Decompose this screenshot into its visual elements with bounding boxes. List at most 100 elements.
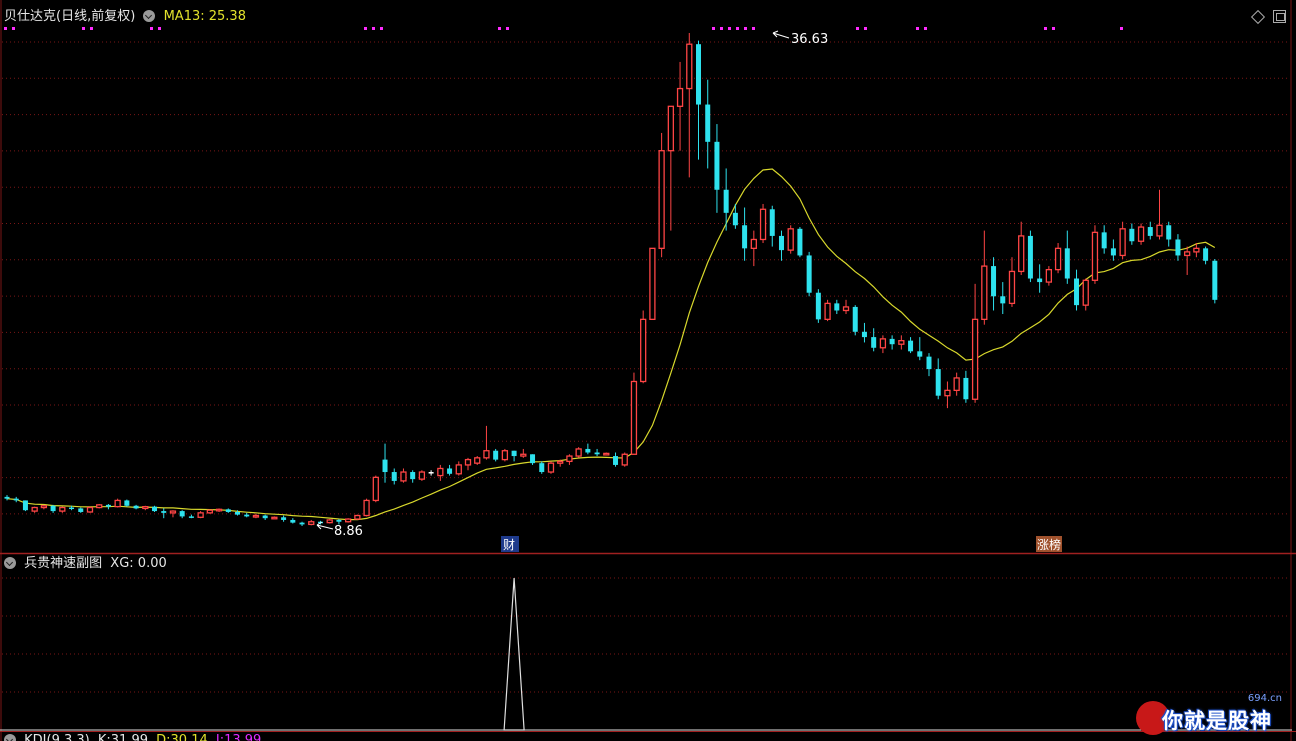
signal-dot xyxy=(4,27,7,30)
candle xyxy=(308,519,315,526)
candle-body xyxy=(834,303,840,311)
candle xyxy=(834,299,840,315)
candle xyxy=(1045,266,1053,286)
candle-body xyxy=(13,498,19,501)
candle-body xyxy=(1147,227,1153,236)
candle-body xyxy=(40,505,48,509)
candle xyxy=(1147,221,1153,240)
candle-body xyxy=(1175,239,1181,256)
candle xyxy=(1074,269,1080,311)
candle-body xyxy=(667,105,674,152)
j-label: J: xyxy=(215,733,225,741)
sub-indicator-name: 兵贵神速副图 xyxy=(24,556,103,571)
candle xyxy=(252,513,260,519)
candle-body xyxy=(1166,225,1172,240)
candle xyxy=(603,452,610,456)
candle-body xyxy=(455,464,462,475)
candle xyxy=(4,495,10,501)
candle xyxy=(935,358,941,400)
candle xyxy=(842,299,850,315)
candle xyxy=(871,328,877,352)
candle xyxy=(86,506,94,513)
candle xyxy=(797,227,803,258)
candle xyxy=(750,230,757,267)
candle xyxy=(410,470,416,483)
candle-body xyxy=(585,448,591,453)
k-label: K: xyxy=(97,733,111,741)
candle xyxy=(520,448,527,458)
candle-body xyxy=(1203,248,1209,261)
candle-body xyxy=(723,189,729,213)
candle-body xyxy=(750,238,757,249)
candle xyxy=(917,337,923,361)
candle-body xyxy=(4,496,10,499)
signal-dot xyxy=(924,27,927,30)
candle xyxy=(1091,225,1099,284)
signal-dot xyxy=(1044,27,1047,30)
ma13-value: 25.38 xyxy=(208,9,246,24)
candlestick-series xyxy=(4,33,1218,526)
candle xyxy=(455,461,462,476)
candle xyxy=(658,132,665,258)
signal-dot xyxy=(744,27,747,30)
signal-dot xyxy=(158,27,161,30)
candle xyxy=(31,506,38,513)
candle xyxy=(105,503,111,510)
candle-body xyxy=(105,504,111,507)
candle-body xyxy=(797,228,803,256)
signal-dot xyxy=(736,27,739,30)
candle xyxy=(447,464,453,476)
candle xyxy=(124,499,130,507)
signal-dots-row xyxy=(4,27,1123,30)
candle-body xyxy=(179,511,185,517)
signal-dot xyxy=(380,27,383,30)
candle-body xyxy=(169,510,177,514)
candle-body xyxy=(971,318,979,400)
signal-dot xyxy=(364,27,367,30)
candle-body xyxy=(520,453,527,457)
chevron-down-icon[interactable] xyxy=(143,10,156,22)
candle xyxy=(59,506,66,513)
candle xyxy=(188,514,194,519)
candle xyxy=(1184,246,1191,275)
candle-body xyxy=(705,104,711,142)
candle xyxy=(326,519,333,524)
candle-body xyxy=(78,508,84,512)
candle-body xyxy=(926,356,932,370)
candle xyxy=(898,335,905,350)
signal-dot xyxy=(372,27,375,30)
candle xyxy=(344,518,352,523)
candle-body xyxy=(889,338,895,345)
candle xyxy=(566,454,573,465)
candle-body xyxy=(354,514,361,520)
candle-body xyxy=(815,292,821,320)
candle xyxy=(244,512,250,518)
candle-body xyxy=(437,467,444,477)
candle-body xyxy=(871,337,877,348)
chevron-down-icon[interactable] xyxy=(4,734,16,741)
candle xyxy=(133,504,139,510)
candle xyxy=(705,79,711,169)
candle-body xyxy=(1082,279,1089,306)
candle-body xyxy=(852,306,858,332)
candle-body xyxy=(225,509,231,512)
candle-body xyxy=(336,519,342,522)
candle xyxy=(1119,221,1126,259)
candle xyxy=(363,498,370,517)
candle xyxy=(114,498,121,508)
candle xyxy=(861,322,867,343)
signal-dot xyxy=(150,27,153,30)
event-marker-finance[interactable]: 财 xyxy=(501,536,519,552)
candle xyxy=(1000,282,1006,315)
chevron-down-icon[interactable] xyxy=(4,557,16,569)
candle xyxy=(1082,278,1089,311)
candle xyxy=(1166,221,1172,247)
candle xyxy=(50,504,56,513)
event-marker-limit-up[interactable]: 涨榜 xyxy=(1036,536,1062,552)
stock-chart-window: 36.63 8.86 财 涨榜 贝仕达克(日线,前复权) MA13: 25.38… xyxy=(0,0,1296,741)
candle-body xyxy=(769,209,775,236)
candle-body xyxy=(1137,226,1145,242)
j-value: 13.99 xyxy=(224,733,262,741)
maximize-icon[interactable] xyxy=(1273,10,1286,23)
candle-body xyxy=(114,499,121,508)
